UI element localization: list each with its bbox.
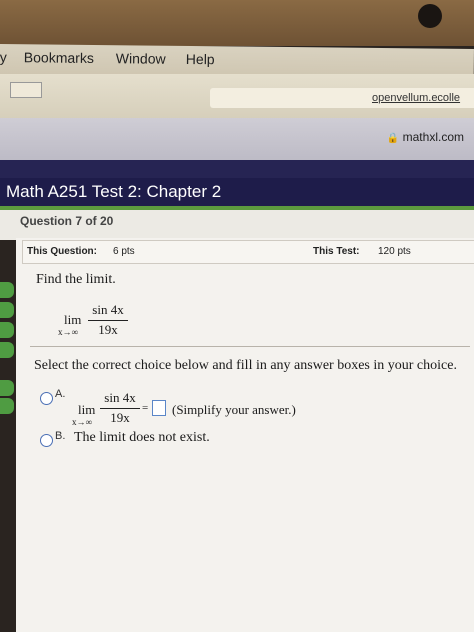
browser-toolbar: openvellum.ecolle <box>0 74 474 118</box>
option-a-label: A. <box>55 388 66 400</box>
side-tab[interactable] <box>0 322 14 338</box>
option-b-radio[interactable] <box>40 434 53 447</box>
menu-item-window[interactable]: Window <box>116 50 166 67</box>
question-number: Question 7 of 20 <box>20 214 114 228</box>
fraction-bar <box>88 320 128 321</box>
option-b-text: The limit does not exist. <box>74 430 210 445</box>
points-bar: This Question: 6 pts This Test: 120 pts <box>22 240 474 264</box>
option-a-numerator: sin 4x <box>104 390 136 405</box>
menu-item-partial[interactable]: y <box>0 49 7 65</box>
side-tab[interactable] <box>0 380 14 396</box>
active-tab-domain[interactable]: 🔒 mathxl.com <box>387 130 464 144</box>
question-nav: Question 7 of 20 <box>0 210 474 240</box>
test-header: Math A251 Test 2: Chapter 2 <box>0 178 474 208</box>
limit-subscript: x→∞ <box>58 327 78 337</box>
fraction-numerator: sin 4x <box>92 302 124 317</box>
limit-lim: lim <box>64 312 82 327</box>
sidebar-toggle-icon[interactable] <box>10 82 42 98</box>
tab-bar: 🔒 mathxl.com <box>0 118 474 160</box>
side-tab[interactable] <box>0 302 14 318</box>
section-divider <box>30 346 470 347</box>
option-a-equals: = <box>142 402 149 414</box>
option-b-label: B. <box>55 430 66 442</box>
this-question-points: 6 pts <box>113 246 135 257</box>
lock-icon: 🔒 <box>386 133 400 144</box>
option-a-lim: lim <box>78 402 96 417</box>
answer-input-box[interactable] <box>152 400 166 416</box>
laptop-bezel <box>0 0 474 46</box>
camera-icon <box>418 4 442 28</box>
menu-item-bookmarks[interactable]: Bookmarks <box>24 49 94 66</box>
fraction-denominator: 19x <box>98 322 118 337</box>
this-test-label: This Test: <box>313 246 360 257</box>
option-a-denominator: 19x <box>110 410 130 425</box>
side-tab[interactable] <box>0 342 14 358</box>
option-a-fraction-bar <box>100 408 140 409</box>
this-question-label: This Question: <box>27 246 97 257</box>
problem-prompt: Find the limit. <box>36 272 116 287</box>
option-a-subscript: x→∞ <box>72 417 92 427</box>
option-a-radio[interactable] <box>40 392 53 405</box>
menu-item-help[interactable]: Help <box>186 51 215 67</box>
page-title: Math A251 Test 2: Chapter 2 <box>6 182 222 201</box>
side-tab[interactable] <box>0 282 14 298</box>
option-a-hint: (Simplify your answer.) <box>172 402 296 417</box>
address-text[interactable]: openvellum.ecolle <box>372 92 460 104</box>
domain-text: mathxl.com <box>402 130 464 144</box>
this-test-points: 120 pts <box>378 246 411 257</box>
side-tab[interactable] <box>0 398 14 414</box>
instructions: Select the correct choice below and fill… <box>34 358 457 373</box>
